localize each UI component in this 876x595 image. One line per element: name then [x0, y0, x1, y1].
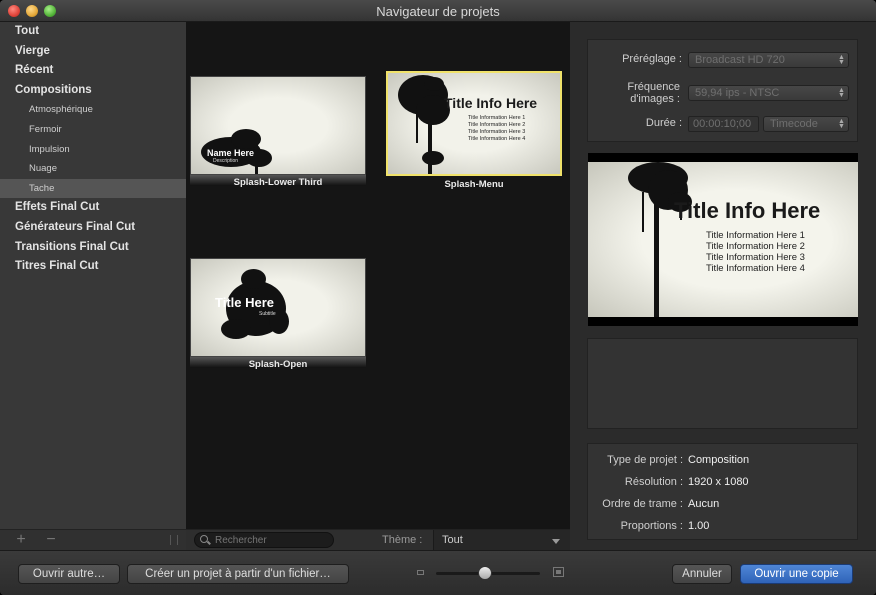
- zoom-small-icon: [417, 570, 424, 575]
- duration-field[interactable]: 00:00:10;00: [688, 116, 759, 132]
- framerate-popup[interactable]: 59,94 ips - NTSC ▲ ▼: [688, 85, 849, 101]
- template-thumbnail-splash-open[interactable]: Title Here Subtitle Splash-Open: [190, 258, 366, 370]
- updown-arrows-icon: ▲ ▼: [838, 118, 845, 130]
- template-browser: Name Here Description Splash-Lower Third…: [186, 22, 570, 529]
- framerate-label: Fréquence d'images :: [627, 81, 680, 105]
- chevron-down-icon: [552, 539, 560, 544]
- thumbnail-image: Name Here Description: [190, 76, 366, 175]
- template-thumbnail-splash-lower-third[interactable]: Name Here Description Splash-Lower Third: [190, 76, 366, 188]
- browser-toolbar: Thème : Tout: [186, 529, 570, 551]
- sidebar-resize-handle[interactable]: [170, 535, 178, 545]
- sidebar-item-transitions-final-cut[interactable]: Transitions Final Cut: [0, 238, 186, 258]
- sidebar-item-effets-final-cut[interactable]: Effets Final Cut: [0, 198, 186, 218]
- create-from-file-button[interactable]: Créer un projet à partir d'un fichier…: [127, 564, 349, 584]
- inspector-panel: Préréglage : Broadcast HD 720 ▲ ▼ Fréquen…: [570, 22, 876, 550]
- theme-select[interactable]: Tout: [433, 530, 570, 551]
- thumbnail-subtitle-text: Subtitle: [259, 311, 276, 317]
- description-panel: [587, 338, 858, 429]
- duration-label: Durée :: [645, 117, 682, 129]
- project-info: Type de projet : Composition Résolution …: [587, 443, 858, 540]
- zoom-large-icon: [553, 567, 564, 577]
- thumbnail-label: Splash-Lower Third: [233, 177, 323, 188]
- thumbnail-title-text: Title Info Here: [444, 95, 538, 111]
- sidebar-item-generateurs-final-cut[interactable]: Générateurs Final Cut: [0, 218, 186, 238]
- cancel-button[interactable]: Annuler: [672, 564, 732, 584]
- window-title: Navigateur de projets: [376, 4, 500, 19]
- search-input[interactable]: [194, 532, 334, 548]
- sidebar-item-fermoir[interactable]: Fermoir: [0, 120, 186, 140]
- thumbnail-subtitle-text: Description: [213, 158, 239, 164]
- thumbnail-label: Splash-Open: [248, 359, 308, 370]
- preview-title-text: Title Info Here: [674, 198, 821, 223]
- thumbnail-title-text: Name Here: [207, 148, 255, 158]
- sidebar-item-tache[interactable]: Tache: [0, 178, 186, 199]
- zoom-slider-knob[interactable]: [477, 566, 492, 580]
- sidebar-item-nuage[interactable]: Nuage: [0, 159, 186, 179]
- thumbnail-image: Title Here Subtitle: [190, 258, 366, 357]
- thumbnail-title-text: Title Here: [215, 295, 275, 310]
- sidebar-toolbar: + −: [0, 529, 186, 550]
- remove-button[interactable]: −: [40, 532, 62, 549]
- sidebar-item-atmospherique[interactable]: Atmosphérique: [0, 100, 186, 120]
- preview-image: Title Info Here Title Information Here 1…: [588, 162, 858, 317]
- theme-value: Tout: [442, 534, 463, 546]
- theme-label: Thème :: [382, 534, 423, 546]
- sidebar-item-compositions[interactable]: Compositions: [0, 81, 186, 101]
- thumbnail-label: Splash-Menu: [444, 179, 504, 190]
- updown-arrows-icon: ▲ ▼: [838, 87, 845, 99]
- template-preview: Title Info Here Title Information Here 1…: [588, 153, 858, 326]
- preset-label: Préréglage :: [622, 53, 682, 65]
- open-copy-button[interactable]: Ouvrir une copie: [740, 564, 853, 584]
- template-thumbnail-splash-menu[interactable]: Title Info Here Title Information Here 1…: [386, 71, 562, 190]
- bottom-toolbar: Ouvrir autre… Créer un projet à partir d…: [0, 550, 876, 595]
- duration-unit-popup[interactable]: Timecode ▲ ▼: [763, 116, 849, 132]
- add-button[interactable]: +: [10, 532, 32, 549]
- sidebar-item-recent[interactable]: Récent: [0, 61, 186, 81]
- title-bar: Navigateur de projets: [0, 0, 876, 22]
- open-other-button[interactable]: Ouvrir autre…: [18, 564, 120, 584]
- project-browser-window: Navigateur de projets Tout Vierge Récent…: [0, 0, 876, 595]
- updown-arrows-icon: ▲ ▼: [838, 54, 845, 66]
- thumbnail-image: Title Info Here Title Information Here 1…: [386, 71, 562, 176]
- sidebar-item-titres-final-cut[interactable]: Titres Final Cut: [0, 257, 186, 277]
- sidebar-item-impulsion[interactable]: Impulsion: [0, 140, 186, 160]
- project-settings: Préréglage : Broadcast HD 720 ▲ ▼ Fréquen…: [587, 39, 858, 142]
- sidebar-item-vierge[interactable]: Vierge: [0, 42, 186, 62]
- category-sidebar: Tout Vierge Récent Compositions Atmosphé…: [0, 22, 186, 529]
- preset-popup[interactable]: Broadcast HD 720 ▲ ▼: [688, 52, 849, 68]
- search-icon: [200, 535, 208, 543]
- sidebar-item-tout[interactable]: Tout: [0, 22, 186, 42]
